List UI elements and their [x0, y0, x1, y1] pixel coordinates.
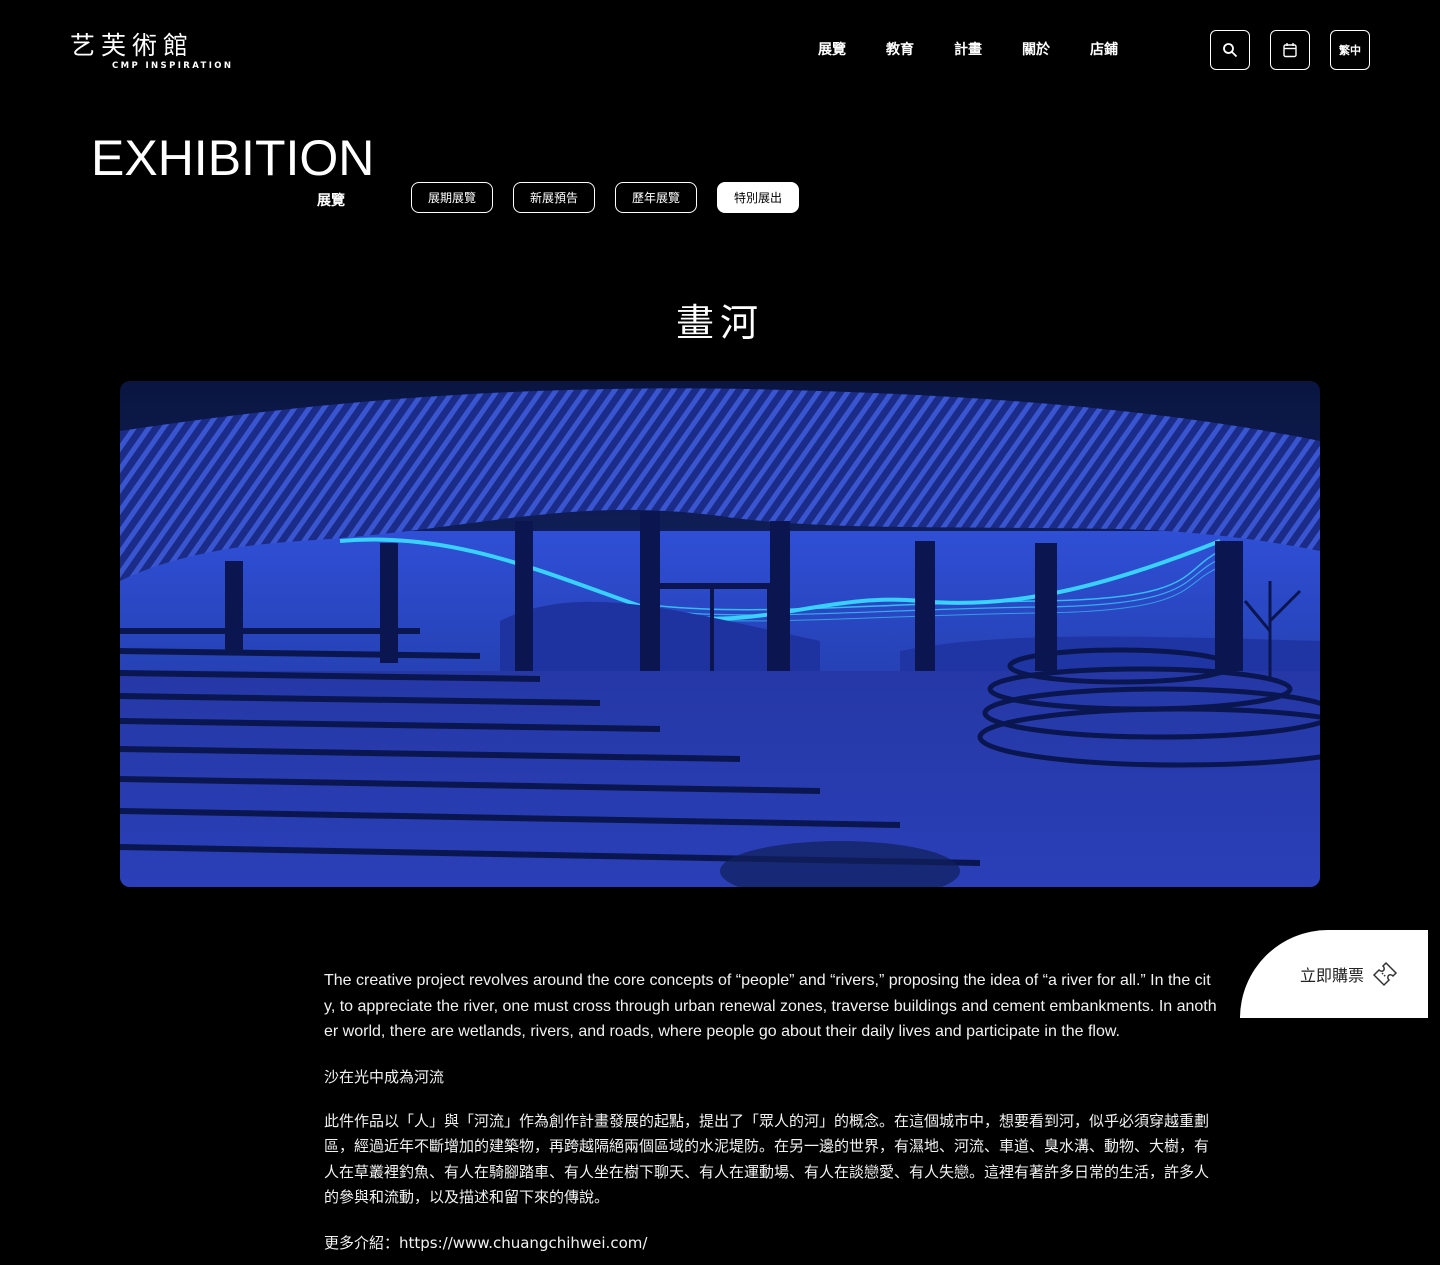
main-nav: 展覽 教育 計畫 關於 店鋪 [818, 40, 1158, 60]
page-subtitle: 展覽 [317, 193, 345, 209]
tab-current[interactable]: 展期展覽 [411, 182, 493, 213]
nav-item-shop[interactable]: 店鋪 [1090, 40, 1158, 60]
more-info-link[interactable]: https://www.chuangchihwei.com/ [399, 1234, 647, 1252]
tab-past[interactable]: 歷年展覽 [615, 182, 697, 213]
more-info-label: 更多介紹： [324, 1233, 400, 1252]
page: 艺芙術館 CMP INSPIRATION 展覽 教育 計畫 關於 店鋪 繁中 E… [0, 0, 1440, 1265]
description-english: The creative project revolves around the… [324, 972, 1217, 1040]
exhibition-description: The creative project revolves around the… [324, 968, 1220, 1255]
calendar-button[interactable] [1270, 30, 1310, 70]
language-button[interactable]: 繁中 [1330, 30, 1370, 70]
description-chinese: 此件作品以「人」與「河流」作為創作計畫發展的起點，提出了「眾人的河」的概念。在這… [324, 1111, 1210, 1207]
buy-ticket-label: 立即購票 [1300, 966, 1365, 985]
buy-ticket-button[interactable]: 立即購票 [1240, 930, 1428, 1018]
nav-item-education[interactable]: 教育 [886, 40, 954, 60]
search-icon [1223, 43, 1238, 58]
logo-mark: 艺芙術館 [70, 31, 195, 60]
nav-item-exhibition[interactable]: 展覽 [818, 40, 886, 60]
tab-upcoming[interactable]: 新展預告 [513, 182, 595, 213]
tab-special[interactable]: 特別展出 [717, 182, 799, 213]
search-button[interactable] [1210, 30, 1250, 70]
nav-item-projects[interactable]: 計畫 [954, 40, 1022, 60]
ticket-icon [1372, 961, 1398, 987]
site-logo[interactable]: 艺芙術館 CMP INSPIRATION [70, 32, 232, 72]
exhibition-tabs: 展期展覽 新展預告 歷年展覽 特別展出 [411, 182, 799, 213]
page-title: EXHIBITION [91, 130, 375, 186]
calendar-icon [1283, 43, 1297, 58]
more-info: 更多介紹：https://www.chuangchihwei.com/ [324, 1231, 1220, 1255]
exhibition-title: 畫河 [675, 301, 764, 345]
logo-subtitle: CMP INSPIRATION [112, 61, 234, 71]
nav-item-about[interactable]: 關於 [1022, 40, 1090, 60]
description-subtitle: 沙在光中成為河流 [324, 1067, 445, 1086]
exhibition-hero-image [120, 381, 1320, 887]
